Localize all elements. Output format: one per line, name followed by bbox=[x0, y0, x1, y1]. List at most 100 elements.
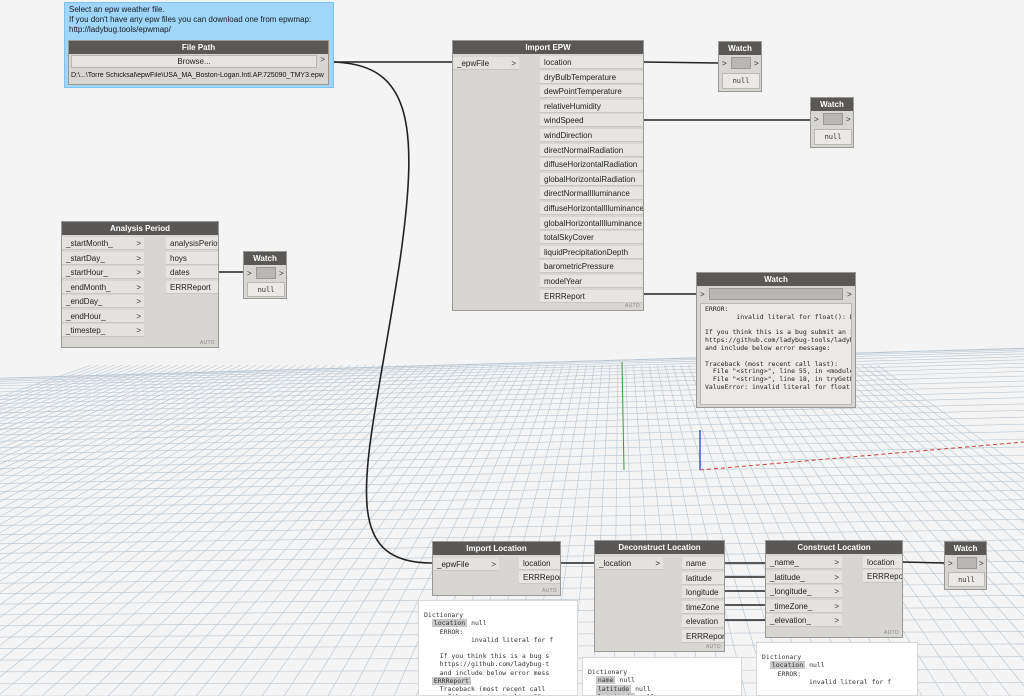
node-title: Analysis Period bbox=[62, 222, 218, 235]
output-port[interactable]: directNormalRadiation bbox=[540, 143, 643, 157]
deconstruct-location-node[interactable]: Deconstruct Location _location > name lat… bbox=[594, 540, 725, 652]
input-port[interactable]: _timestep_ > bbox=[62, 324, 144, 337]
output-port[interactable]: latitude bbox=[682, 571, 724, 585]
output-port[interactable]: location bbox=[540, 56, 643, 69]
output-port[interactable]: analysisPeriod bbox=[166, 237, 218, 250]
output-port[interactable]: globalHorizontalRadiation bbox=[540, 172, 643, 186]
port-label: _timestep_ bbox=[66, 326, 106, 335]
output-port-chevron[interactable]: > bbox=[320, 55, 325, 64]
input-port[interactable]: _elevation_ > bbox=[766, 614, 842, 627]
construct-location-node[interactable]: Construct Location _name_ > _latitude_ > _lo… bbox=[765, 540, 903, 638]
output-port[interactable]: elevation bbox=[682, 615, 724, 628]
watch-node-errreport[interactable]: Watch > > ERROR: invalid literal for flo… bbox=[696, 272, 856, 408]
port-label: elevation bbox=[686, 617, 719, 626]
output-port[interactable]: ERRReport bbox=[540, 289, 643, 303]
preview-value: null bbox=[635, 684, 651, 693]
browse-button[interactable]: Browse... bbox=[71, 55, 317, 68]
input-port-chevron[interactable]: > bbox=[948, 557, 953, 570]
output-port-chevron[interactable]: > bbox=[979, 557, 984, 570]
grid-line bbox=[0, 416, 1024, 442]
output-port-chevron[interactable]: > bbox=[847, 288, 852, 301]
port-label: _latitude_ bbox=[770, 572, 805, 582]
output-port[interactable]: dryBulbTemperature bbox=[540, 70, 643, 84]
watch-node-windspeed[interactable]: Watch > > null bbox=[810, 97, 854, 148]
port-label: _location bbox=[599, 559, 632, 568]
input-port-chevron[interactable]: > bbox=[247, 267, 252, 280]
input-port[interactable]: _name_ > bbox=[766, 556, 842, 569]
port-label: _startMonth_ bbox=[66, 239, 113, 248]
output-port[interactable]: diffuseHorizontalRadiation bbox=[540, 158, 643, 172]
port-label: windDirection bbox=[544, 131, 593, 140]
watch-input-slot bbox=[957, 557, 977, 569]
grid-line bbox=[0, 519, 1024, 535]
output-port[interactable]: dewPointTemperature bbox=[540, 85, 643, 99]
output-port[interactable]: relativeHumidity bbox=[540, 99, 643, 113]
output-port[interactable]: longitude bbox=[682, 586, 724, 599]
input-port[interactable]: _endMonth_ > bbox=[62, 280, 144, 294]
preview-construct-location: Dictionary location null ERROR: invalid … bbox=[756, 642, 918, 696]
output-port[interactable]: ERRReport bbox=[682, 629, 724, 643]
grid-line bbox=[0, 364, 100, 401]
input-port-chevron[interactable]: > bbox=[700, 288, 705, 301]
output-port[interactable]: ERRReport bbox=[166, 280, 218, 294]
chevron-right-icon: > bbox=[136, 239, 141, 248]
output-port[interactable]: ERRReport bbox=[519, 571, 560, 584]
output-port-chevron[interactable]: > bbox=[279, 267, 284, 280]
input-port[interactable]: _endHour_ > bbox=[62, 309, 144, 323]
import-location-node[interactable]: Import Location _epwFile > location ERRRe… bbox=[432, 541, 561, 596]
chevron-right-icon: > bbox=[136, 326, 141, 335]
file-path-node[interactable]: File Path Browse... > D:\...\Torre Schic… bbox=[68, 40, 329, 85]
output-port[interactable]: timeZone bbox=[682, 600, 724, 614]
output-port[interactable]: windDirection bbox=[540, 129, 643, 142]
output-port[interactable]: liquidPrecipitationDepth bbox=[540, 245, 643, 259]
port-label: dates bbox=[170, 268, 190, 277]
output-port[interactable]: modelYear bbox=[540, 275, 643, 288]
grid-line bbox=[0, 349, 1024, 380]
grid-line bbox=[0, 509, 1024, 526]
output-port[interactable]: globalHorizontalIlluminance bbox=[540, 216, 643, 230]
output-port[interactable]: dates bbox=[166, 266, 218, 279]
output-port[interactable]: totalSkyCover bbox=[540, 231, 643, 245]
input-port[interactable]: _longitude_ > bbox=[766, 585, 842, 598]
input-port[interactable]: _latitude_ > bbox=[766, 570, 842, 584]
output-port-chevron[interactable]: > bbox=[846, 113, 851, 126]
input-port-location[interactable]: _location > bbox=[595, 557, 663, 570]
grid-line bbox=[0, 397, 1024, 424]
chevron-right-icon: > bbox=[136, 297, 141, 306]
input-port[interactable]: _startMonth_ > bbox=[62, 237, 144, 250]
output-port[interactable]: diffuseHorizontalIlluminance bbox=[540, 202, 643, 215]
input-port-chevron[interactable]: > bbox=[814, 113, 819, 126]
node-title: Import EPW bbox=[453, 41, 643, 54]
output-port[interactable]: barometricPressure bbox=[540, 260, 643, 274]
input-port[interactable]: _endDay_ > bbox=[62, 295, 144, 308]
output-port-chevron[interactable]: > bbox=[754, 57, 759, 70]
preview-key: name bbox=[595, 676, 616, 685]
port-label: diffuseHorizontalRadiation bbox=[544, 160, 638, 170]
analysis-period-node[interactable]: Analysis Period _startMonth_ > _startDay_ >… bbox=[61, 221, 219, 348]
output-port[interactable]: location bbox=[863, 556, 902, 569]
watch-node-construct[interactable]: Watch > > null bbox=[944, 541, 987, 590]
output-port[interactable]: ERRReport bbox=[863, 570, 902, 583]
preview-header: Dictionary bbox=[424, 611, 464, 620]
port-label: timeZone bbox=[686, 602, 720, 612]
watch-node-dates[interactable]: Watch > > null bbox=[243, 251, 287, 299]
input-port[interactable]: _startHour_ > bbox=[62, 266, 144, 279]
output-port[interactable]: directNormalIlluminance bbox=[540, 187, 643, 201]
node-title: Deconstruct Location bbox=[595, 541, 724, 554]
input-port[interactable]: _startDay_ > bbox=[62, 251, 144, 265]
watch-node-location[interactable]: Watch > > null bbox=[718, 41, 762, 92]
import-epw-node[interactable]: Import EPW _epwFile > location dryBulbTem… bbox=[452, 40, 644, 311]
preview-body: ERROR: invalid literal for f If you thin… bbox=[439, 627, 554, 677]
port-label: modelYear bbox=[544, 277, 582, 286]
port-label: location bbox=[867, 558, 895, 567]
output-port[interactable]: location bbox=[519, 557, 560, 570]
input-port-chevron[interactable]: > bbox=[722, 57, 727, 70]
node-title: Construct Location bbox=[766, 541, 902, 554]
output-port[interactable]: windSpeed bbox=[540, 114, 643, 128]
output-port[interactable]: name bbox=[682, 557, 724, 570]
input-port[interactable]: _timeZone_ > bbox=[766, 599, 842, 613]
input-port-epwfile[interactable]: _epwFile > bbox=[433, 558, 499, 571]
output-port[interactable]: hoys bbox=[166, 251, 218, 265]
input-port-epwfile[interactable]: _epwFile > bbox=[453, 57, 519, 70]
grid-line bbox=[0, 351, 1024, 382]
